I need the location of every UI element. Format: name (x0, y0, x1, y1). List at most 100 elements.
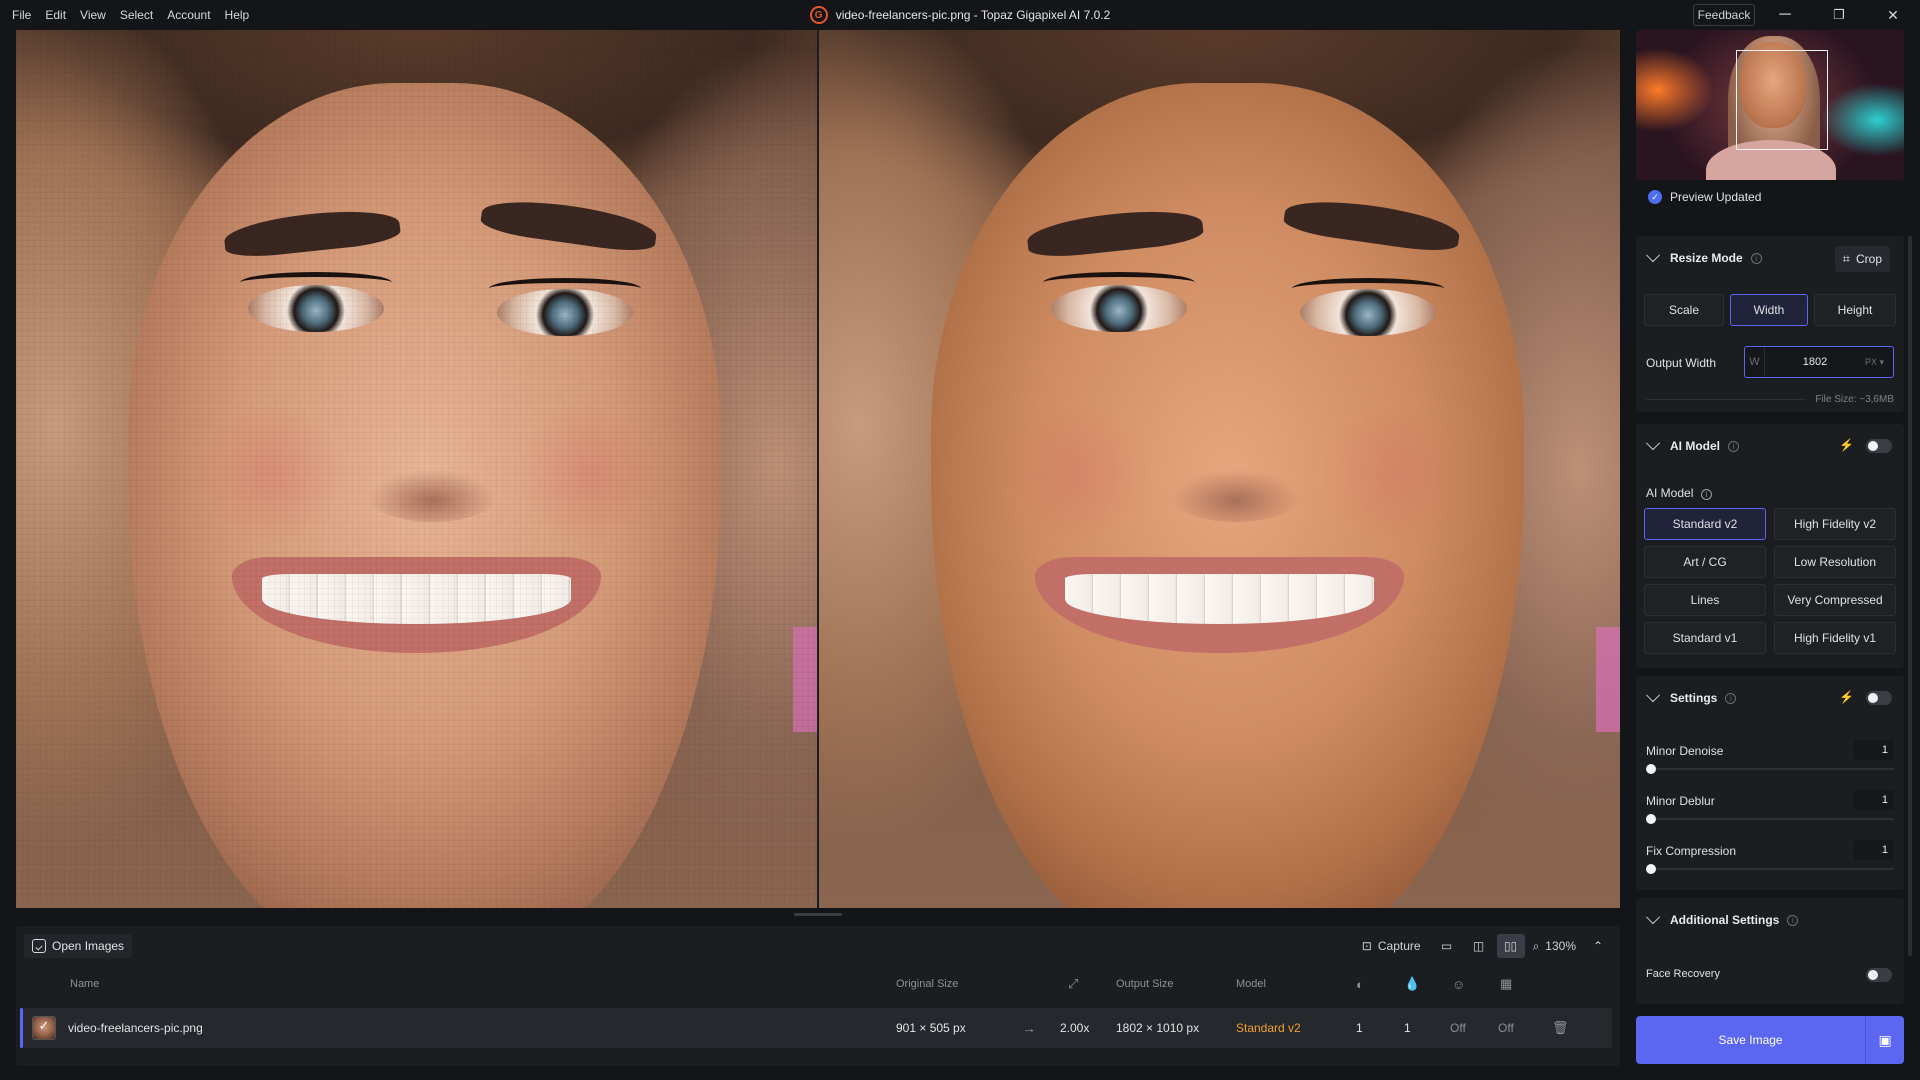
resize-mode-title: Resize Mode (1670, 251, 1743, 265)
capture-button[interactable]: ⊡ Capture (1354, 934, 1429, 958)
crop-button[interactable]: ⌗ Crop (1834, 246, 1890, 272)
chevron-down-icon (1645, 688, 1661, 703)
minor-denoise-label: Minor Denoise (1646, 744, 1724, 758)
row-denoise: 1 (1356, 1021, 1363, 1035)
panel-resize-handle[interactable] (794, 913, 842, 916)
mode-width-button[interactable]: Width (1730, 294, 1808, 326)
zoom-control[interactable]: ⌕ 130% (1529, 934, 1580, 958)
minor-denoise-track[interactable] (1646, 768, 1894, 770)
title-bar: File Edit View Select Account Help G vid… (0, 0, 1920, 30)
model-low-resolution[interactable]: Low Resolution (1774, 546, 1896, 578)
menu-view[interactable]: View (80, 8, 106, 22)
row-output-size: 1802 × 1010 px (1116, 1021, 1200, 1035)
original-image-pane[interactable] (16, 30, 817, 908)
info-icon[interactable]: i (1750, 252, 1762, 264)
info-icon[interactable]: i (1787, 914, 1799, 926)
model-standard-v1[interactable]: Standard v1 (1644, 622, 1766, 654)
minimize-icon[interactable]: ─ (1762, 0, 1808, 30)
additional-settings-header[interactable]: Additional Settings i (1636, 898, 1904, 942)
ai-model-header[interactable]: AI Model i (1636, 424, 1904, 468)
minor-deblur-slider[interactable] (1646, 814, 1656, 824)
additional-settings-card: Additional Settings i Face Recovery (1636, 898, 1904, 1004)
minor-denoise-slider[interactable] (1646, 764, 1656, 774)
mode-scale-button[interactable]: Scale (1644, 294, 1724, 326)
minor-deblur-label: Minor Deblur (1646, 794, 1715, 808)
settings-toggle[interactable] (1866, 691, 1892, 705)
face-recovery-label: Face Recovery (1646, 968, 1720, 980)
save-image-label: Save Image (1718, 1033, 1783, 1047)
side-by-side-view-icon[interactable]: ▯▯ (1496, 934, 1525, 958)
right-panel-scrollbar[interactable] (1908, 236, 1912, 956)
fix-compression-track[interactable] (1646, 868, 1894, 870)
info-icon[interactable]: i (1728, 440, 1739, 452)
minor-deblur-value[interactable]: 1 (1854, 790, 1894, 810)
output-width-label: Output Width (1646, 356, 1717, 370)
feedback-button[interactable]: Feedback (1693, 4, 1755, 26)
model-high-fidelity-v1[interactable]: High Fidelity v1 (1774, 622, 1896, 654)
info-icon[interactable]: i (1700, 489, 1712, 500)
face-recovery-toggle[interactable] (1866, 968, 1892, 982)
settings-header[interactable]: Settings i (1636, 676, 1904, 720)
row-scale: 2.00x (1060, 1021, 1090, 1035)
navigator-preview[interactable] (1636, 30, 1904, 180)
close-icon[interactable]: ✕ (1870, 0, 1916, 30)
settings-card: Settings i ⚡ Minor Denoise 1 Minor Deblu… (1636, 676, 1904, 890)
pixel-grid-overlay (16, 30, 817, 908)
fix-compression-value[interactable]: 1 (1854, 840, 1894, 860)
save-image-button[interactable]: Save Image ▣ (1636, 1016, 1904, 1064)
ai-model-subtitle-text: AI Model (1646, 486, 1694, 500)
unit-dropdown[interactable]: PX ▾ (1865, 357, 1893, 368)
chevron-down-icon (1645, 910, 1661, 925)
preview-status: ✓ Preview Updated (1648, 190, 1761, 204)
enhanced-image-pane[interactable] (819, 30, 1620, 908)
preview-status-label: Preview Updated (1670, 190, 1762, 204)
selected-indicator (20, 1008, 23, 1048)
row-face-recovery: Off (1450, 1021, 1466, 1035)
output-width-input[interactable]: 1802 (1765, 356, 1865, 368)
column-header-output-size[interactable]: Output Size (1116, 974, 1173, 994)
window-title: G video-freelancers-pic.png - Topaz Giga… (0, 0, 1920, 30)
split-view-icon[interactable]: ◫ (1465, 934, 1493, 958)
face-recovery-column-icon: ☺ (1452, 976, 1466, 992)
chevron-down-icon (1645, 248, 1661, 263)
minor-deblur-track[interactable] (1646, 818, 1894, 820)
open-images-label: Open Images (52, 939, 125, 953)
menu-select[interactable]: Select (120, 8, 153, 22)
column-header-original-size[interactable]: Original Size (896, 974, 958, 994)
menu-edit[interactable]: Edit (45, 8, 66, 22)
settings-title: Settings (1670, 691, 1718, 705)
model-high-fidelity-v2[interactable]: High Fidelity v2 (1774, 508, 1896, 540)
column-header-name[interactable]: Name (70, 974, 99, 994)
ai-model-card: AI Model i ⚡ AI Model i Standard v2 High… (1636, 424, 1904, 668)
zoom-icon: ⌕ (1532, 938, 1540, 953)
delete-icon[interactable]: 🗑 (1552, 1008, 1569, 1048)
model-lines[interactable]: Lines (1644, 584, 1766, 616)
menu-account[interactable]: Account (167, 8, 210, 22)
row-deblur: 1 (1404, 1021, 1411, 1035)
view-toolbar: ⊡ Capture ▭ ◫ ▯▯ ⌕ 130% ⌃ (1350, 934, 1612, 958)
additional-settings-title: Additional Settings (1670, 913, 1780, 927)
column-header-model[interactable]: Model (1236, 974, 1266, 994)
minor-denoise-value[interactable]: 1 (1854, 740, 1894, 760)
model-very-compressed[interactable]: Very Compressed (1774, 584, 1896, 616)
fix-compression-slider[interactable] (1646, 864, 1656, 874)
cheek-left (995, 407, 1156, 540)
scale-column-icon: ⤢ (1068, 976, 1079, 991)
output-width-field[interactable]: W 1802 PX ▾ (1744, 346, 1894, 378)
menu-help[interactable]: Help (225, 8, 250, 22)
ai-model-toggle[interactable] (1866, 439, 1892, 453)
model-art-cg[interactable]: Art / CG (1644, 546, 1766, 578)
viewport-frame[interactable] (1736, 50, 1828, 150)
save-options-icon[interactable]: ▣ (1866, 1032, 1904, 1049)
info-icon[interactable]: i (1725, 692, 1737, 704)
table-row[interactable]: ✓ video-freelancers-pic.png 901 × 505 px… (20, 1008, 1612, 1048)
open-images-button[interactable]: Open Images (24, 934, 133, 958)
menu-file[interactable]: File (12, 8, 31, 22)
mode-height-button[interactable]: Height (1814, 294, 1896, 326)
checkbox-icon[interactable]: ✓ (36, 1018, 52, 1034)
image-viewer[interactable] (16, 30, 1620, 908)
restore-icon[interactable]: ❐ (1816, 0, 1862, 30)
collapse-panel-icon[interactable]: ⌃ (1584, 934, 1612, 958)
single-view-icon[interactable]: ▭ (1433, 934, 1461, 958)
model-standard-v2[interactable]: Standard v2 (1644, 508, 1766, 540)
